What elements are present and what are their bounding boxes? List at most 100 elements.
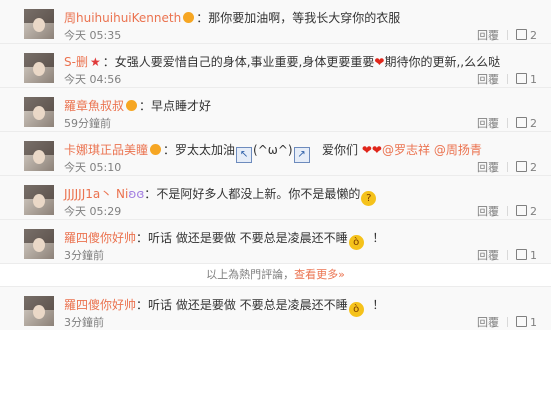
like-button[interactable]: 2 bbox=[516, 117, 537, 131]
comment-body: 女强人要爱惜自己的身体,事业重要,身体更要重要 bbox=[114, 55, 375, 69]
comment-actions: 回覆 2 bbox=[477, 117, 537, 131]
comment-item: 卡娜琪正品美瞳 ：罗太太加油 ↖ (^ω^) ↗ 爱你们 ❤❤@罗志祥 @周扬青 今天 … bbox=[0, 132, 551, 176]
avatar[interactable] bbox=[24, 9, 54, 39]
like-button[interactable]: 1 bbox=[516, 316, 537, 330]
divider bbox=[507, 162, 508, 172]
vip-crown-icon bbox=[126, 100, 138, 111]
divider bbox=[507, 250, 508, 260]
like-count: 1 bbox=[530, 249, 537, 262]
comment-text: 周huihuihuiKenneth ：那你要加油啊，等我长大穿你的衣服 bbox=[64, 11, 401, 25]
divider bbox=[507, 317, 508, 327]
reply-button[interactable]: 回覆 bbox=[477, 29, 499, 43]
angry-face-icon: ò bbox=[348, 235, 364, 250]
comment-actions: 回覆 2 bbox=[477, 29, 537, 43]
like-button[interactable]: 2 bbox=[516, 205, 537, 219]
like-button[interactable]: 2 bbox=[516, 29, 537, 43]
hot-comments-divider: 以上為熱門評論，查看更多» bbox=[0, 264, 551, 287]
reply-button[interactable]: 回覆 bbox=[477, 161, 499, 175]
avatar[interactable] bbox=[24, 229, 54, 259]
comment-body: 听话 做还是要做 不要总是凌晨还不睡 bbox=[148, 298, 348, 312]
vip-crown-icon bbox=[183, 12, 195, 23]
comment-body-cont: ！ bbox=[372, 231, 385, 245]
reply-button[interactable]: 回覆 bbox=[477, 117, 499, 131]
see-more-link[interactable]: 查看更多» bbox=[294, 268, 345, 281]
vip-crown-icon bbox=[150, 144, 162, 155]
comment-username[interactable]: 羅章魚叔叔 bbox=[64, 99, 124, 113]
red-star-icon: ★ bbox=[89, 55, 101, 69]
comment-emoticon: (^ω^) bbox=[253, 143, 293, 157]
comment-username[interactable]: 羅四傻你好帅 bbox=[64, 298, 136, 312]
avatar[interactable] bbox=[24, 296, 54, 326]
comment-username[interactable]: JJJJJJ1a丶 Ni bbox=[64, 187, 128, 201]
like-count: 1 bbox=[530, 316, 537, 329]
comment-username[interactable]: 羅四傻你好帅 bbox=[64, 231, 136, 245]
comment-time: 今天 05:35 bbox=[64, 29, 122, 42]
comment-body: 早点睡才好 bbox=[151, 99, 212, 113]
comment-item: 羅四傻你好帅：听话 做还是要做 不要总是凌晨还不睡 ò ！ 3分鐘前 回覆 1 bbox=[0, 220, 551, 264]
thumbs-up-icon bbox=[516, 249, 527, 260]
comment-text: 卡娜琪正品美瞳 ：罗太太加油 ↖ (^ω^) ↗ 爱你们 ❤❤@罗志祥 @周扬青 bbox=[64, 142, 482, 163]
thinking-face-icon: ? bbox=[361, 191, 377, 206]
like-count: 2 bbox=[530, 205, 537, 218]
comment-actions: 回覆 1 bbox=[477, 316, 537, 330]
avatar[interactable] bbox=[24, 185, 54, 215]
comment-item: 羅章魚叔叔 ：早点睡才好 59分鐘前 回覆 2 bbox=[0, 88, 551, 132]
heart-icon: ❤❤ bbox=[361, 143, 382, 157]
avatar[interactable] bbox=[24, 141, 54, 171]
avatar[interactable] bbox=[24, 97, 54, 127]
thumbs-up-icon bbox=[516, 205, 527, 216]
like-count: 1 bbox=[530, 73, 537, 86]
comment-text: JJJJJJ1a丶 Niʚɞ：不是阿好多人都没上新。你不是最懒的? bbox=[64, 186, 377, 206]
arrow-up-right-icon: ↗ bbox=[293, 147, 310, 163]
arrow-up-left-icon: ↖ bbox=[236, 147, 253, 163]
thumbs-up-icon bbox=[516, 316, 527, 327]
comment-body: 罗太太加油 bbox=[175, 143, 236, 157]
divider bbox=[507, 30, 508, 40]
comment-item: 羅四傻你好帅：听话 做还是要做 不要总是凌晨还不睡 ò ！ 3分鐘前 回覆 1 bbox=[0, 287, 551, 330]
comment-text: 羅章魚叔叔 ：早点睡才好 bbox=[64, 99, 212, 113]
comment-item: 周huihuihuiKenneth ：那你要加油啊，等我长大穿你的衣服 今天 05… bbox=[0, 0, 551, 44]
comment-username[interactable]: 周huihuihuiKenneth bbox=[64, 11, 181, 25]
like-button[interactable]: 2 bbox=[516, 161, 537, 175]
comment-username[interactable]: S-删 bbox=[64, 55, 88, 69]
comment-time: 3分鐘前 bbox=[64, 316, 104, 329]
comment-time: 3分鐘前 bbox=[64, 249, 104, 262]
butterfly-icon: ʚɞ bbox=[128, 187, 145, 201]
thumbs-up-icon bbox=[516, 117, 527, 128]
comment-actions: 回覆 2 bbox=[477, 205, 537, 219]
comment-text: S-删 ★ ：女强人要爱惜自己的身体,事业重要,身体更要重要❤期待你的更新,,么么哒 bbox=[64, 55, 501, 69]
hot-comments-text: 以上為熱門評論， bbox=[206, 268, 295, 281]
comment-time: 今天 05:29 bbox=[64, 205, 122, 218]
reply-button[interactable]: 回覆 bbox=[477, 205, 499, 219]
comment-text: 羅四傻你好帅：听话 做还是要做 不要总是凌晨还不睡 ò ！ bbox=[64, 298, 385, 317]
reply-button[interactable]: 回覆 bbox=[477, 316, 499, 330]
comment-body: 听话 做还是要做 不要总是凌晨还不睡 bbox=[148, 231, 348, 245]
comment-username[interactable]: 卡娜琪正品美瞳 bbox=[64, 143, 148, 157]
heart-icon: ❤ bbox=[374, 55, 385, 69]
divider bbox=[507, 206, 508, 216]
comment-actions: 回覆 1 bbox=[477, 73, 537, 87]
reply-button[interactable]: 回覆 bbox=[477, 249, 499, 263]
divider bbox=[507, 74, 508, 84]
comment-time: 59分鐘前 bbox=[64, 117, 111, 130]
like-button[interactable]: 1 bbox=[516, 249, 537, 263]
avatar[interactable] bbox=[24, 53, 54, 83]
comment-item: JJJJJJ1a丶 Niʚɞ：不是阿好多人都没上新。你不是最懒的? 今天 05:… bbox=[0, 176, 551, 220]
like-count: 2 bbox=[530, 117, 537, 130]
like-count: 2 bbox=[530, 29, 537, 42]
mention-link[interactable]: @罗志祥 bbox=[382, 143, 430, 157]
comment-item: S-删 ★ ：女强人要爱惜自己的身体,事业重要,身体更要重要❤期待你的更新,,么么哒… bbox=[0, 44, 551, 88]
reply-button[interactable]: 回覆 bbox=[477, 73, 499, 87]
thumbs-up-icon bbox=[516, 73, 527, 84]
like-button[interactable]: 1 bbox=[516, 73, 537, 87]
comment-actions: 回覆 1 bbox=[477, 249, 537, 263]
thumbs-up-icon bbox=[516, 161, 527, 172]
comment-body: 那你要加油啊，等我长大穿你的衣服 bbox=[208, 11, 401, 25]
thumbs-up-icon bbox=[516, 29, 527, 40]
comment-body: 不是阿好多人都没上新。你不是最懒的 bbox=[156, 187, 361, 201]
angry-face-icon: ò bbox=[348, 302, 364, 317]
comment-text: 羅四傻你好帅：听话 做还是要做 不要总是凌晨还不睡 ò ！ bbox=[64, 231, 385, 250]
like-count: 2 bbox=[530, 161, 537, 174]
comment-body-cont: 爱你们 bbox=[322, 143, 359, 157]
mention-link[interactable]: @周扬青 bbox=[434, 143, 482, 157]
